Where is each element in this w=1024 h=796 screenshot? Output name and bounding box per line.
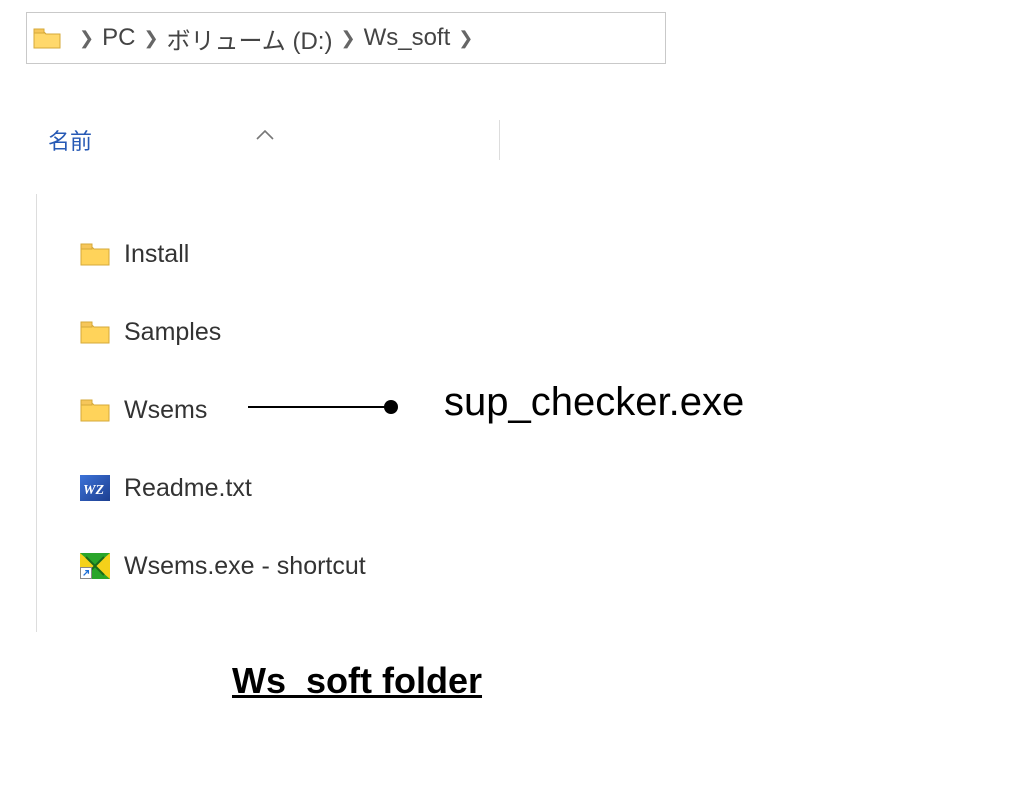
breadcrumb-item[interactable]: PC	[102, 24, 135, 52]
file-name: Samples	[124, 318, 221, 347]
file-name: Wsems.exe - shortcut	[124, 552, 366, 581]
chevron-right-icon: ❯	[340, 28, 355, 49]
file-name: Readme.txt	[124, 474, 252, 503]
folder-icon	[80, 319, 110, 345]
sort-ascending-icon	[256, 120, 274, 146]
chevron-right-icon: ❯	[79, 28, 94, 49]
shortcut-app-icon	[80, 553, 110, 579]
breadcrumb-item[interactable]: ボリューム (D:)	[167, 21, 333, 56]
list-item[interactable]: WZ Readme.txt	[80, 449, 510, 527]
svg-text:WZ: WZ	[83, 483, 104, 498]
list-item[interactable]: Wsems.exe - shortcut	[80, 527, 510, 605]
file-name: Wsems	[124, 396, 207, 425]
chevron-right-icon: ❯	[458, 28, 473, 49]
folder-icon	[80, 241, 110, 267]
breadcrumb[interactable]: ❯ PC ❯ ボリューム (D:) ❯ Ws_soft ❯	[26, 12, 666, 64]
figure-caption: Ws_soft folder	[232, 660, 482, 702]
folder-icon	[33, 27, 61, 49]
annotation-label: sup_checker.exe	[444, 380, 744, 425]
annotation-connector	[248, 406, 388, 408]
list-divider	[36, 194, 37, 632]
column-header-label: 名前	[48, 124, 92, 156]
column-header-name[interactable]: 名前	[30, 120, 500, 160]
folder-icon	[80, 397, 110, 423]
breadcrumb-item[interactable]: Ws_soft	[364, 24, 451, 52]
shortcut-overlay-icon	[80, 567, 92, 579]
list-item[interactable]: Install	[80, 215, 510, 293]
file-name: Install	[124, 240, 189, 269]
wz-app-icon: WZ	[80, 475, 110, 501]
chevron-right-icon: ❯	[143, 28, 158, 49]
list-item[interactable]: Samples	[80, 293, 510, 371]
annotation-dot-icon	[384, 400, 398, 414]
